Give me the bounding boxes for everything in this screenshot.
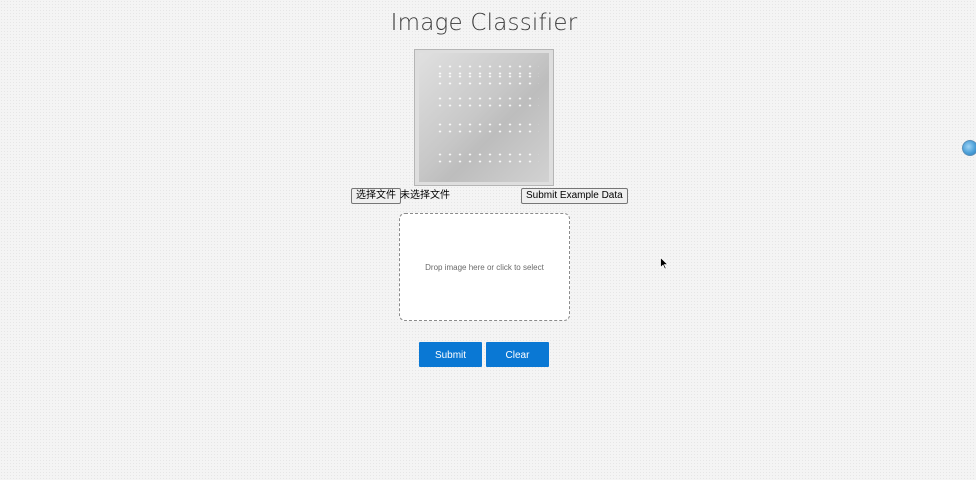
clear-button[interactable]: Clear — [486, 342, 549, 367]
file-status-text: 未选择文件 — [400, 190, 450, 201]
preview-dot-row — [435, 151, 539, 165]
preview-image — [419, 53, 549, 182]
browser-extension-icon[interactable] — [962, 140, 976, 156]
preview-dot-row — [435, 121, 539, 135]
preview-dot-row — [435, 73, 539, 87]
submit-button[interactable]: Submit — [419, 342, 482, 367]
example-image-preview — [414, 49, 554, 186]
preview-dot-row — [435, 95, 539, 109]
dropzone-hint: Drop image here or click to select — [425, 263, 544, 272]
image-dropzone[interactable]: Drop image here or click to select — [399, 213, 570, 321]
page-title: Image Classifier — [390, 10, 578, 36]
choose-file-button[interactable]: 选择文件 — [351, 188, 401, 204]
submit-example-data-button[interactable]: Submit Example Data — [521, 188, 628, 204]
page: Image Classifier 选择文件 未选择文件 Submit Examp… — [0, 0, 976, 480]
